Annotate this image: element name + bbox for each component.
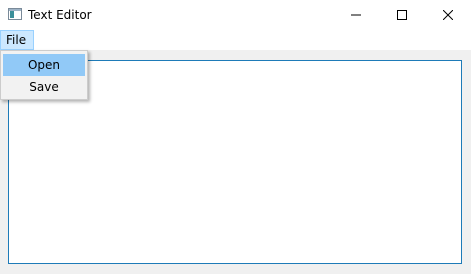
menu-bar: File — [0, 30, 471, 50]
menu-item-open[interactable]: Open — [3, 54, 85, 76]
text-editor-app-icon — [8, 8, 22, 20]
menu-file[interactable]: File — [0, 30, 35, 50]
title-bar[interactable]: Text Editor — [0, 0, 471, 30]
file-menu-dropdown: Open Save — [0, 50, 88, 100]
close-icon — [443, 10, 453, 20]
window-title: Text Editor — [28, 8, 92, 22]
app-window: Text Editor File Open Save — [0, 0, 471, 274]
close-button[interactable] — [425, 0, 471, 30]
menu-item-save[interactable]: Save — [3, 76, 85, 98]
app-icon-side-pane — [10, 11, 14, 18]
maximize-button[interactable] — [379, 0, 425, 30]
maximize-icon — [397, 10, 407, 20]
minimize-button[interactable] — [333, 0, 379, 30]
minimize-icon — [351, 14, 361, 16]
